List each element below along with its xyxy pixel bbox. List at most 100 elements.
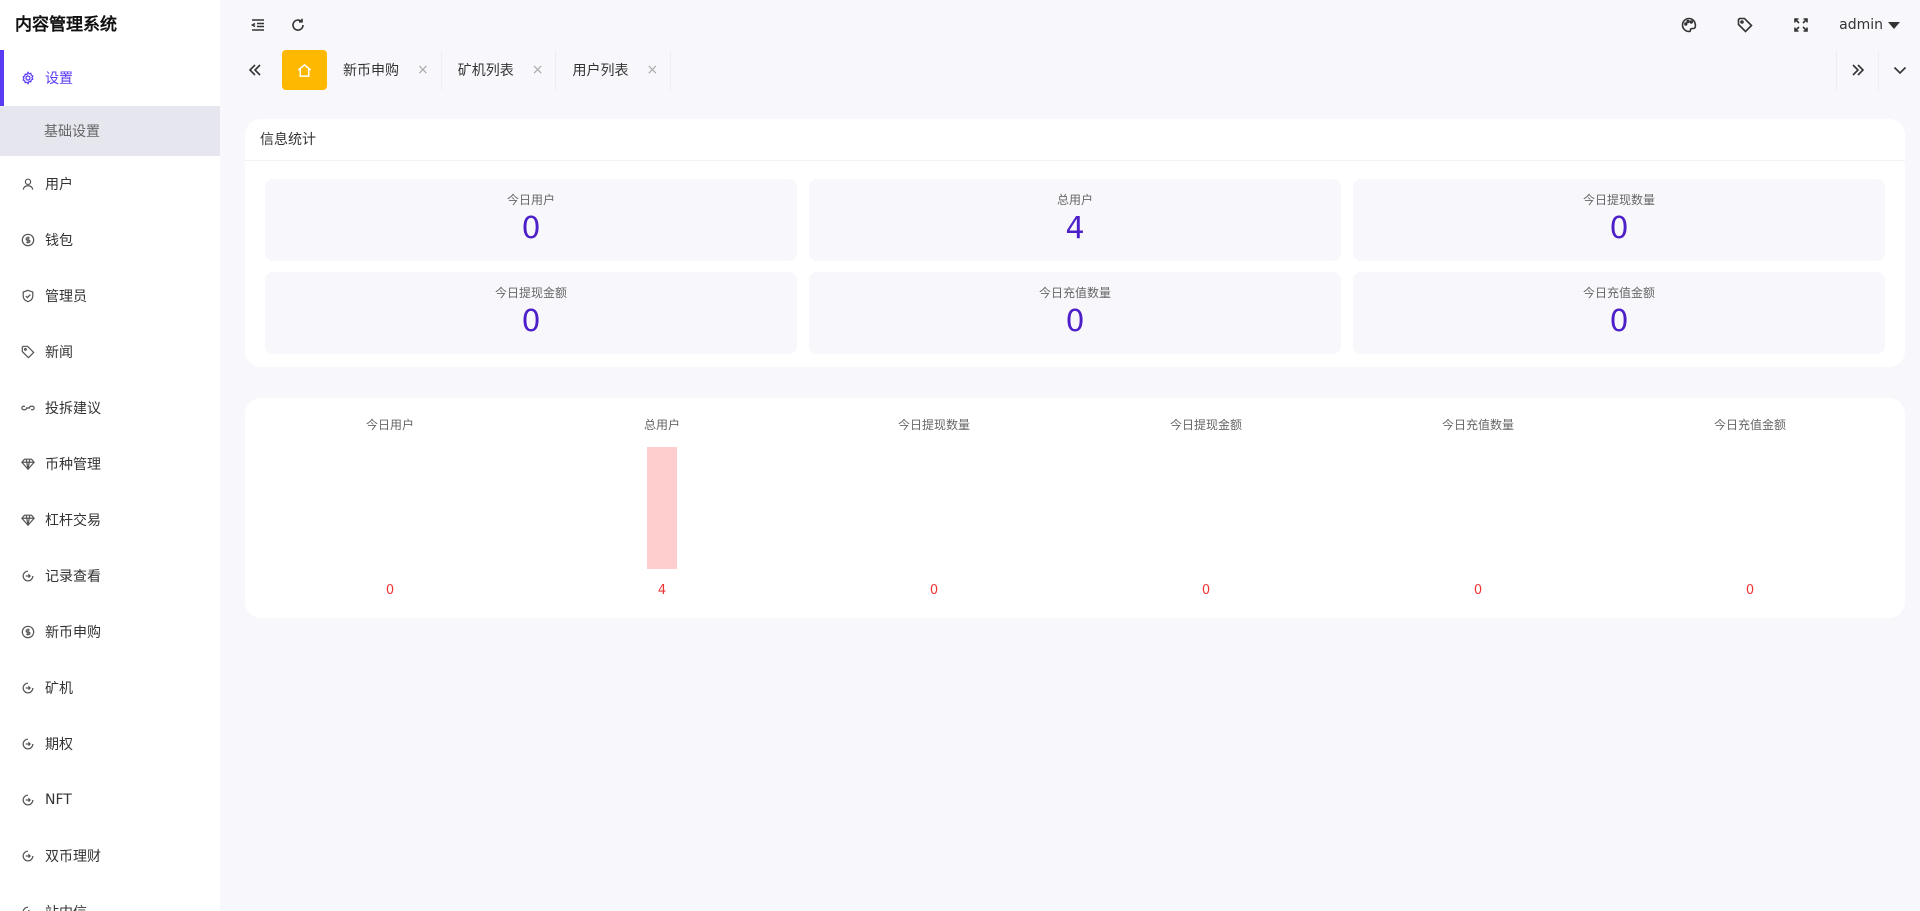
tabs-scroll-left-button[interactable] [234,50,276,90]
diamond-icon [20,512,36,528]
bar-value-label: 0 [1201,583,1211,598]
tab-home[interactable] [282,50,327,90]
stats-title: 信息统计 [245,119,1905,161]
diamond-icon [20,456,36,472]
stat-label: 总用户 [1056,193,1093,207]
bar-column: 今日用户 0 [254,398,526,618]
bar [647,447,677,569]
circle-arrow-icon [20,904,36,911]
circle-arrow-icon [20,568,36,584]
user-menu[interactable]: admin [1839,17,1900,33]
refresh-button[interactable] [278,5,318,45]
tab-label: 用户列表 [572,63,629,79]
stats-grid: 今日用户 0 总用户 4 今日提现数量 0 今日提现金额 0 今日充值数量 0 … [265,179,1885,354]
bar-category-label: 今日用户 [365,418,414,432]
tabs-scroll-right-button[interactable] [1836,50,1878,90]
shield-check-icon [20,288,36,304]
menu-fold-button[interactable] [238,5,278,45]
tag-button[interactable] [1717,5,1773,45]
tabs-dropdown-button[interactable] [1878,50,1920,90]
stat-label: 今日提现金额 [494,286,567,300]
stat-card: 今日充值数量 0 [809,272,1341,354]
bar-column: 今日充值金额 0 [1614,398,1886,618]
sidebar-item-feedback[interactable]: 投拆建议 [0,380,220,436]
dollar-circle-icon [20,232,36,248]
palette-icon [1681,17,1697,33]
sidebar-item-nft[interactable]: NFT [0,772,220,828]
stat-label: 今日提现数量 [1582,193,1655,207]
sidebar-item-settings[interactable]: 设置 [0,50,220,106]
stat-label: 今日用户 [506,193,555,207]
sidebar-item-users[interactable]: 用户 [0,156,220,212]
sidebar-item-label: 期权 [45,737,73,753]
sidebar-item-wallet[interactable]: 钱包 [0,212,220,268]
double-chevron-right-icon [1851,64,1864,76]
tab-label: 矿机列表 [457,63,514,79]
bar-value-label: 0 [929,583,939,598]
close-icon[interactable]: × [646,62,658,78]
bar-category-label: 今日提现金额 [1169,418,1242,432]
sidebar-item-new-coin-subscription[interactable]: 新币申购 [0,604,220,660]
sidebar-item-label: 双币理财 [45,849,101,865]
chart-panel: 今日用户 0 总用户 4 今日提现数量 0 今日提现金额 0 今日充值数量 0 今日充值金额 0 [245,398,1905,618]
sidebar-item-label: 站内信 [45,902,87,911]
bar-column: 总用户 4 [526,398,798,618]
sidebar-item-label: 钱包 [45,233,73,249]
sidebar-item-news[interactable]: 新闻 [0,324,220,380]
header-actions: admin [1661,0,1900,50]
fullscreen-icon [1794,18,1808,32]
sidebar-item-miner[interactable]: 矿机 [0,660,220,716]
stat-label: 今日充值金额 [1582,286,1655,300]
home-icon [297,63,312,77]
stat-card: 今日用户 0 [265,179,797,261]
sidebar-item-dual-currency[interactable]: 双币理财 [0,828,220,884]
refresh-icon [292,18,304,31]
sidebar-menu: 设置 基础设置 用户 钱包 管理员 新闻 投拆建议 币种管理 杠杆交易 记录查看… [0,50,220,911]
close-icon[interactable]: × [532,62,544,78]
tab-miner-list[interactable]: 矿机列表 × [442,50,557,90]
tab-label: 新币申购 [343,63,399,79]
stat-card: 今日充值金额 0 [1353,272,1885,354]
sidebar-item-coin-management[interactable]: 币种管理 [0,436,220,492]
tabs-right-controls [1836,50,1920,90]
sidebar-item-label: 新闻 [45,345,73,361]
sidebar-item-options[interactable]: 期权 [0,716,220,772]
stat-value: 0 [1609,211,1629,246]
sidebar-item-label: 设置 [45,71,73,87]
theme-button[interactable] [1661,5,1717,45]
bar-category-label: 今日提现数量 [897,418,970,432]
sidebar-item-admins[interactable]: 管理员 [0,268,220,324]
sidebar-item-label: 杠杆交易 [45,513,101,529]
circle-arrow-icon [20,736,36,752]
sidebar-item-leverage-trading[interactable]: 杠杆交易 [0,492,220,548]
tag-icon [1737,17,1753,33]
dollar-circle-icon [20,624,36,640]
stat-label: 今日充值数量 [1038,286,1111,300]
sidebar-item-messages[interactable]: 站内信 [0,884,220,911]
fullscreen-button[interactable] [1773,5,1829,45]
tab-new-coin-subscription[interactable]: 新币申购 × [327,50,442,90]
stat-value: 0 [1065,304,1085,339]
sidebar-item-label: 新币申购 [45,625,101,641]
sidebar-subitem-basic-settings[interactable]: 基础设置 [0,106,220,156]
bar-chart: 今日用户 0 总用户 4 今日提现数量 0 今日提现金额 0 今日充值数量 0 今日充值金额 0 [245,398,1905,618]
bar-column: 今日充值数量 0 [1342,398,1614,618]
sidebar-item-label: 管理员 [45,289,87,305]
stat-card: 总用户 4 [809,179,1341,261]
bar-column: 今日提现金额 0 [1070,398,1342,618]
tab-user-list[interactable]: 用户列表 × [556,50,672,90]
stat-value: 0 [521,211,541,246]
sidebar-item-label: 矿机 [45,681,73,697]
circle-arrow-icon [20,848,36,864]
stat-value: 0 [1609,304,1629,339]
bar-value-label: 0 [1473,583,1483,598]
circle-arrow-icon [20,792,36,808]
brand-title: 内容管理系统 [15,15,117,35]
close-icon[interactable]: × [417,62,429,78]
sidebar-item-label: NFT [45,792,72,808]
bar-category-label: 总用户 [643,418,680,432]
bar-category-label: 今日充值数量 [1441,418,1514,432]
bar-value-label: 0 [385,583,395,598]
stat-value: 0 [521,304,541,339]
sidebar-item-records[interactable]: 记录查看 [0,548,220,604]
